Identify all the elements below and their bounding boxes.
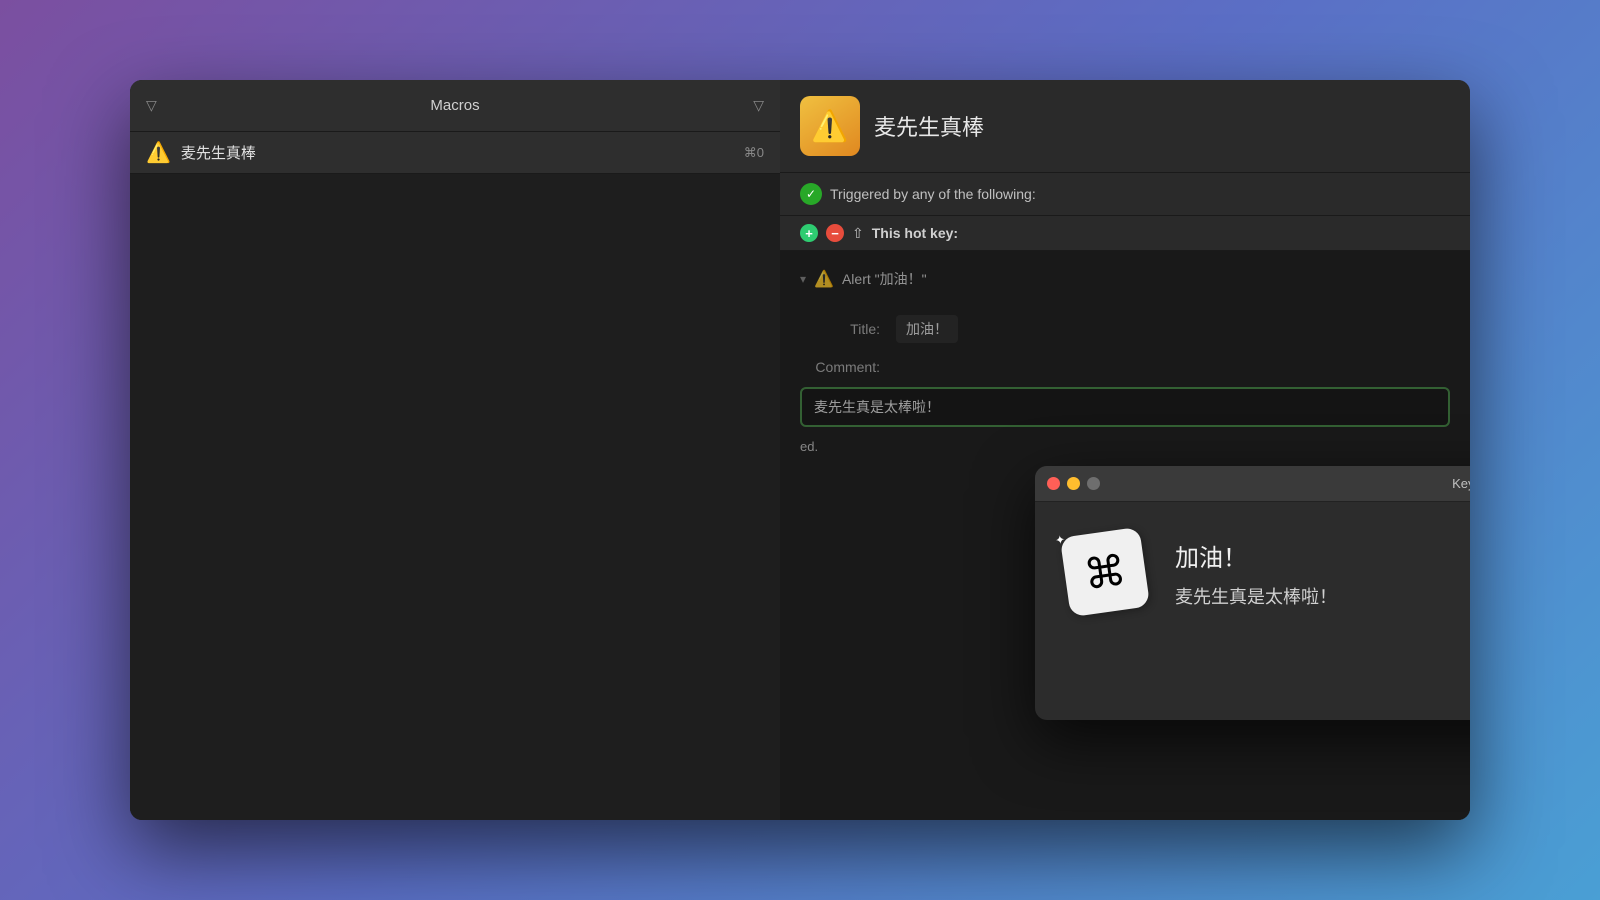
dialog-body: ⌘ ✦ 加油！ 麦先生真是太棒啦！ [1035,502,1470,642]
traffic-lights [1047,477,1100,490]
left-panel: ▽ Macros ▽ ⚠️ 麦先生真棒 ⌘0 [130,80,780,820]
alert-dialog: Keyboard Maestro Alert ⌘ ✦ 加油！ [1035,466,1470,720]
maximize-button[interactable] [1087,477,1100,490]
macro-header-name: 麦先生真棒 [874,110,984,142]
dialog-headline: 加油！ [1175,538,1470,573]
minimize-button[interactable] [1067,477,1080,490]
dialog-message: 麦先生真是太棒啦！ [1175,583,1470,609]
add-trigger-icon[interactable]: + [800,224,818,242]
macro-shortcut: ⌘0 [744,145,764,161]
dialog-content: 加油！ 麦先生真是太棒啦！ [1175,532,1470,609]
dialog-buttons: Stop Continue [1035,642,1470,720]
right-panel: 麦先生真棒 ✓ Triggered by any of the followin… [780,80,1470,820]
left-panel-title: Macros [430,97,479,114]
trigger-controls: + − ⇧ This hot key: [780,216,1470,251]
trigger-row: ✓ Triggered by any of the following: [780,173,1470,216]
close-button[interactable] [1047,477,1060,490]
macro-warning-icon: ⚠️ [146,143,171,163]
sort-icon[interactable]: ▽ [753,97,764,114]
hotkey-symbol-icon: ⇧ [852,225,864,242]
app-content: ▽ Macros ▽ ⚠️ 麦先生真棒 ⌘0 麦先生真棒 ✓ Triggered… [130,80,1470,820]
hotkey-label: This hot key: [872,225,958,241]
sparkle-icon: ✦ [1054,532,1066,547]
remove-trigger-icon[interactable]: − [826,224,844,242]
macro-name: 麦先生真棒 [181,142,734,163]
right-panel-header: 麦先生真棒 [780,80,1470,173]
right-panel-middle: ▾ ⚠️ Alert "加油！" Title: 加油！ Comment: 麦先生… [780,251,1470,820]
macro-icon-large [800,96,860,156]
app-icon-bg: ⌘ ✦ [1060,527,1150,617]
dialog-overlay: Keyboard Maestro Alert ⌘ ✦ 加油！ [780,251,1470,820]
trigger-check-icon: ✓ [800,183,822,205]
macro-item[interactable]: ⚠️ 麦先生真棒 ⌘0 [130,132,780,174]
left-panel-body [130,174,780,820]
dialog-titlebar: Keyboard Maestro Alert [1035,466,1470,502]
filter-icon[interactable]: ▽ [146,97,157,114]
left-titlebar: ▽ Macros ▽ [130,80,780,132]
app-window: ▽ Macros ▽ ⚠️ 麦先生真棒 ⌘0 麦先生真棒 ✓ Triggered… [130,80,1470,820]
dialog-title: Keyboard Maestro Alert [1452,476,1470,491]
dialog-app-icon: ⌘ ✦ [1065,532,1155,622]
trigger-text: Triggered by any of the following: [830,186,1036,202]
